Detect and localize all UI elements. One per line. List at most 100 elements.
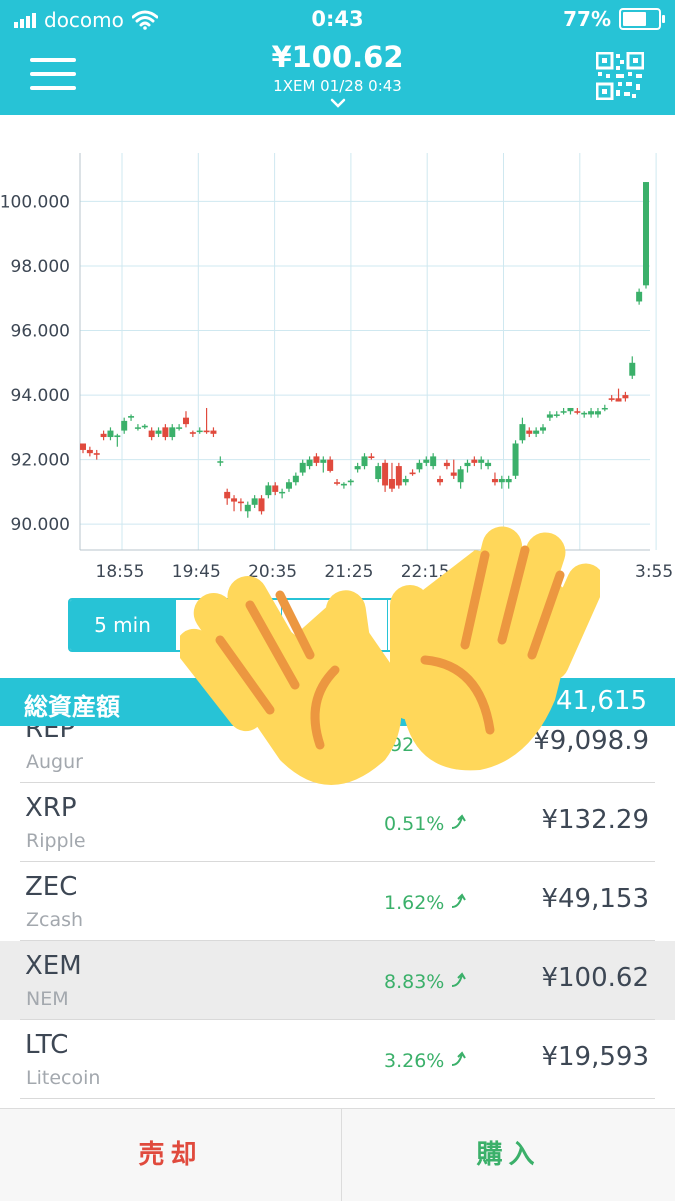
y-tick-label: 96.000 [11,322,70,342]
asset-change: 3.26% [384,1050,468,1072]
candle-body [375,466,382,479]
asset-name: NEM [26,988,69,1010]
buy-button[interactable]: 購入 [342,1109,675,1201]
asset-symbol: XEM [25,951,82,981]
candle-body [443,462,450,467]
candle-body [217,461,224,463]
candle-body [546,414,553,418]
candle-body [340,483,347,486]
candle-body [237,501,244,504]
candle-body [395,466,402,486]
left-hand [180,576,402,785]
candle-body [402,478,409,483]
candle-body [327,459,334,471]
candle-body [141,425,148,428]
asset-name: Augur [26,751,83,773]
candle-body [594,411,601,415]
trend-up-icon [452,972,467,987]
candle-body [134,427,141,429]
candle-body [155,430,162,434]
candle-body [423,459,430,463]
interval-tab-5min[interactable]: 5 min [70,600,176,650]
candle-body [622,395,629,399]
candle-body [320,459,327,463]
candle-body [430,456,437,467]
asset-symbol: REP [25,726,76,744]
candle-body [601,407,608,410]
candle-body [189,432,196,434]
trend-up-icon [452,814,467,829]
asset-row-ltc[interactable]: LTC Litecoin 3.26% ¥19,593 [0,1020,675,1099]
asset-symbol: ZEC [25,872,78,902]
candle-body [86,449,93,454]
candle-body [608,398,615,400]
candle-body [574,411,581,413]
candle-body [114,435,121,438]
candle-body [128,416,135,418]
candle-body [107,430,114,438]
candle-body [182,417,189,425]
candle-body [334,482,341,484]
candle-body [272,485,279,492]
candle-body [354,466,361,470]
divider [20,1098,655,1099]
candle-body [265,485,272,496]
candle-body [80,443,86,450]
candle-body [498,478,505,483]
candle-body [553,414,560,416]
candle-body [388,478,395,489]
candle-body [512,443,519,476]
candle-body [169,427,176,438]
total-assets-label: 総資産額 [24,693,120,721]
battery-percent: 77% [563,7,611,31]
candle-body [409,472,416,475]
candle-body [361,456,368,467]
candle-body [121,420,128,431]
asset-value: ¥100.62 [541,963,649,993]
price-subtitle: 1XEM 01/28 0:43 [273,77,402,95]
candle-body [279,491,286,494]
y-tick-label: 94.000 [11,386,70,406]
candle-body [299,462,306,473]
qr-code-icon[interactable] [596,52,644,100]
trend-up-icon [452,893,467,908]
candle-body [615,398,622,402]
asset-value: ¥49,153 [541,884,649,914]
candle-body [485,462,492,467]
y-tick-label: 98.000 [11,257,70,277]
candle-body [505,478,512,483]
candle-body [491,478,498,483]
sell-button[interactable]: 売却 [0,1109,342,1201]
candle-body [176,427,183,429]
app-header: ¥100.62 1XEM 01/28 0:43 [0,38,675,115]
asset-row-xem[interactable]: XEM NEM 8.83% ¥100.62 [0,941,675,1020]
asset-row-zec[interactable]: ZEC Zcash 1.62% ¥49,153 [0,862,675,941]
candle-body [457,469,464,483]
candle-body [526,430,533,434]
status-bar: docomo 0:43 77% [0,0,675,38]
trend-up-icon [452,1051,467,1066]
candle-body [581,412,588,415]
candle-body [588,411,595,415]
candle-body [244,504,251,512]
asset-row-xrp[interactable]: XRP Ripple 0.51% ¥132.29 [0,783,675,862]
candle-body [210,430,217,434]
candle-body [203,430,210,433]
candle-body [162,427,169,438]
candle-body [519,424,526,441]
chevron-down-icon[interactable] [330,98,346,108]
asset-name: Zcash [26,909,84,931]
y-tick-label: 100.000 [0,192,70,212]
battery-icon [619,8,665,30]
asset-change: 0.51% [384,813,468,835]
asset-value: ¥19,593 [541,1042,649,1072]
x-tick-label: 3:55 [635,562,673,582]
asset-name: Litecoin [26,1067,101,1089]
candle-body [224,491,231,499]
price-chart[interactable]: 100.000 98.000 96.000 94.000 92.000 90.000 18:… [0,115,675,585]
candle-body [464,462,471,467]
candle-body [471,459,478,463]
y-tick-label: 90.000 [11,515,70,535]
current-price: ¥100.62 [271,40,404,74]
candle-body [285,482,292,489]
